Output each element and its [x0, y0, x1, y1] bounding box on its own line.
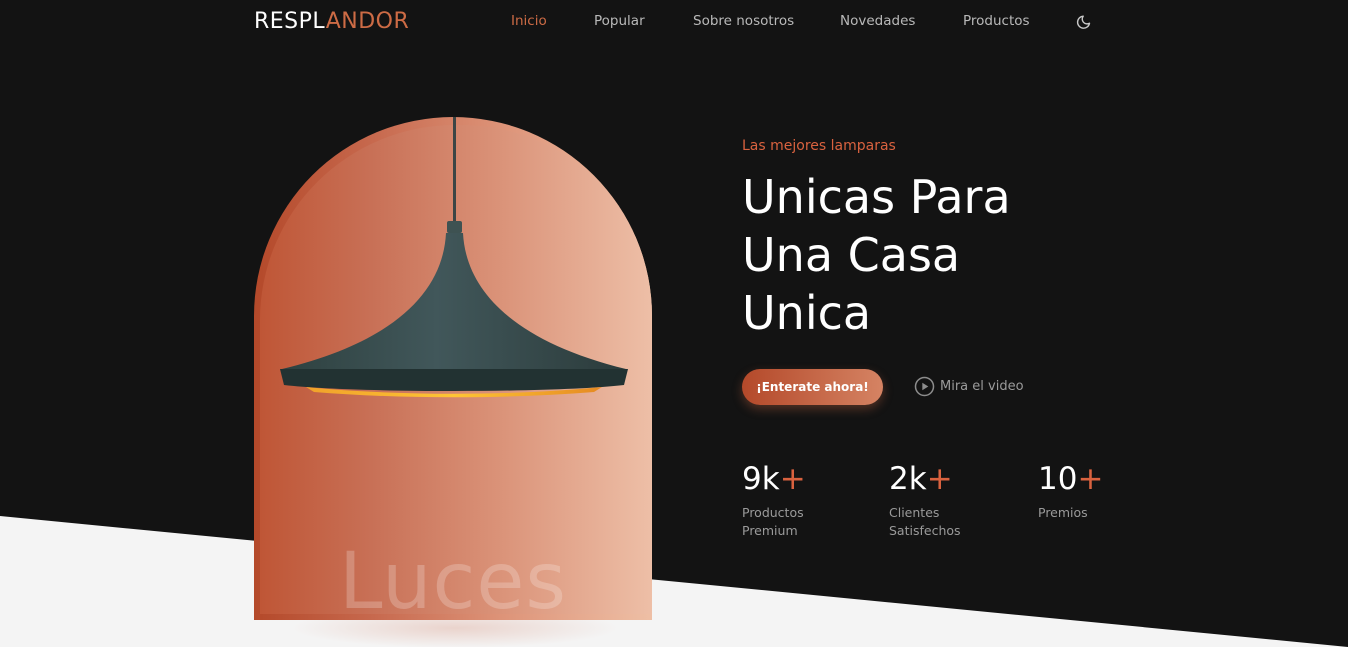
stat-plus: + — [779, 461, 806, 497]
main-nav: Inicio Popular Sobre nosotros Novedades … — [0, 13, 1348, 31]
moon-icon[interactable] — [1076, 12, 1094, 30]
hero-subtitle: Las mejores lamparas — [742, 138, 896, 154]
hero-title-line: Unica — [742, 286, 872, 340]
stat-number: 10 — [1038, 461, 1078, 497]
nav-item-productos[interactable]: Productos — [963, 13, 1030, 29]
stat-number: 9k — [742, 461, 780, 497]
stat-plus: + — [926, 461, 953, 497]
stat-label-line: Premium — [742, 523, 798, 538]
pendant-lamp-image — [276, 117, 632, 402]
stat-label: Clientes Satisfechos — [889, 504, 961, 540]
hero-title-line: Unicas Para — [742, 170, 1011, 224]
hero-title: Unicas Para Una Casa Unica — [742, 168, 1142, 342]
stat-number: 2k — [889, 461, 927, 497]
stat-value: 2k+ — [889, 461, 961, 497]
stat-label-line: Premios — [1038, 505, 1088, 520]
header: RESPLANDOR Inicio Popular Sobre nosotros… — [0, 0, 1348, 42]
nav-item-popular[interactable]: Popular — [594, 13, 645, 29]
stat-label-line: Clientes — [889, 505, 940, 520]
hero-title-line: Una Casa — [742, 228, 961, 282]
play-circle-icon — [914, 376, 935, 397]
watch-video-link[interactable]: Mira el video — [914, 376, 1024, 397]
diagonal-floor — [0, 516, 1348, 647]
nav-item-sobre-nosotros[interactable]: Sobre nosotros — [693, 13, 794, 29]
stat-label-line: Satisfechos — [889, 523, 961, 538]
stat-label: Productos Premium — [742, 504, 806, 540]
landing-page: RESPLANDOR Inicio Popular Sobre nosotros… — [0, 0, 1348, 647]
nav-item-inicio[interactable]: Inicio — [511, 13, 547, 29]
stat-clients: 2k+ Clientes Satisfechos — [889, 461, 961, 540]
stat-plus: + — [1077, 461, 1104, 497]
stat-value: 10+ — [1038, 461, 1103, 497]
stat-label: Premios — [1038, 504, 1103, 522]
stat-awards: 10+ Premios — [1038, 461, 1103, 522]
cta-button[interactable]: ¡Enterate ahora! — [742, 369, 883, 405]
stat-products: 9k+ Productos Premium — [742, 461, 806, 540]
nav-item-novedades[interactable]: Novedades — [840, 13, 915, 29]
watch-video-label: Mira el video — [940, 379, 1024, 394]
stat-value: 9k+ — [742, 461, 806, 497]
stat-label-line: Productos — [742, 505, 804, 520]
hero-image-word: Luces — [338, 537, 568, 620]
